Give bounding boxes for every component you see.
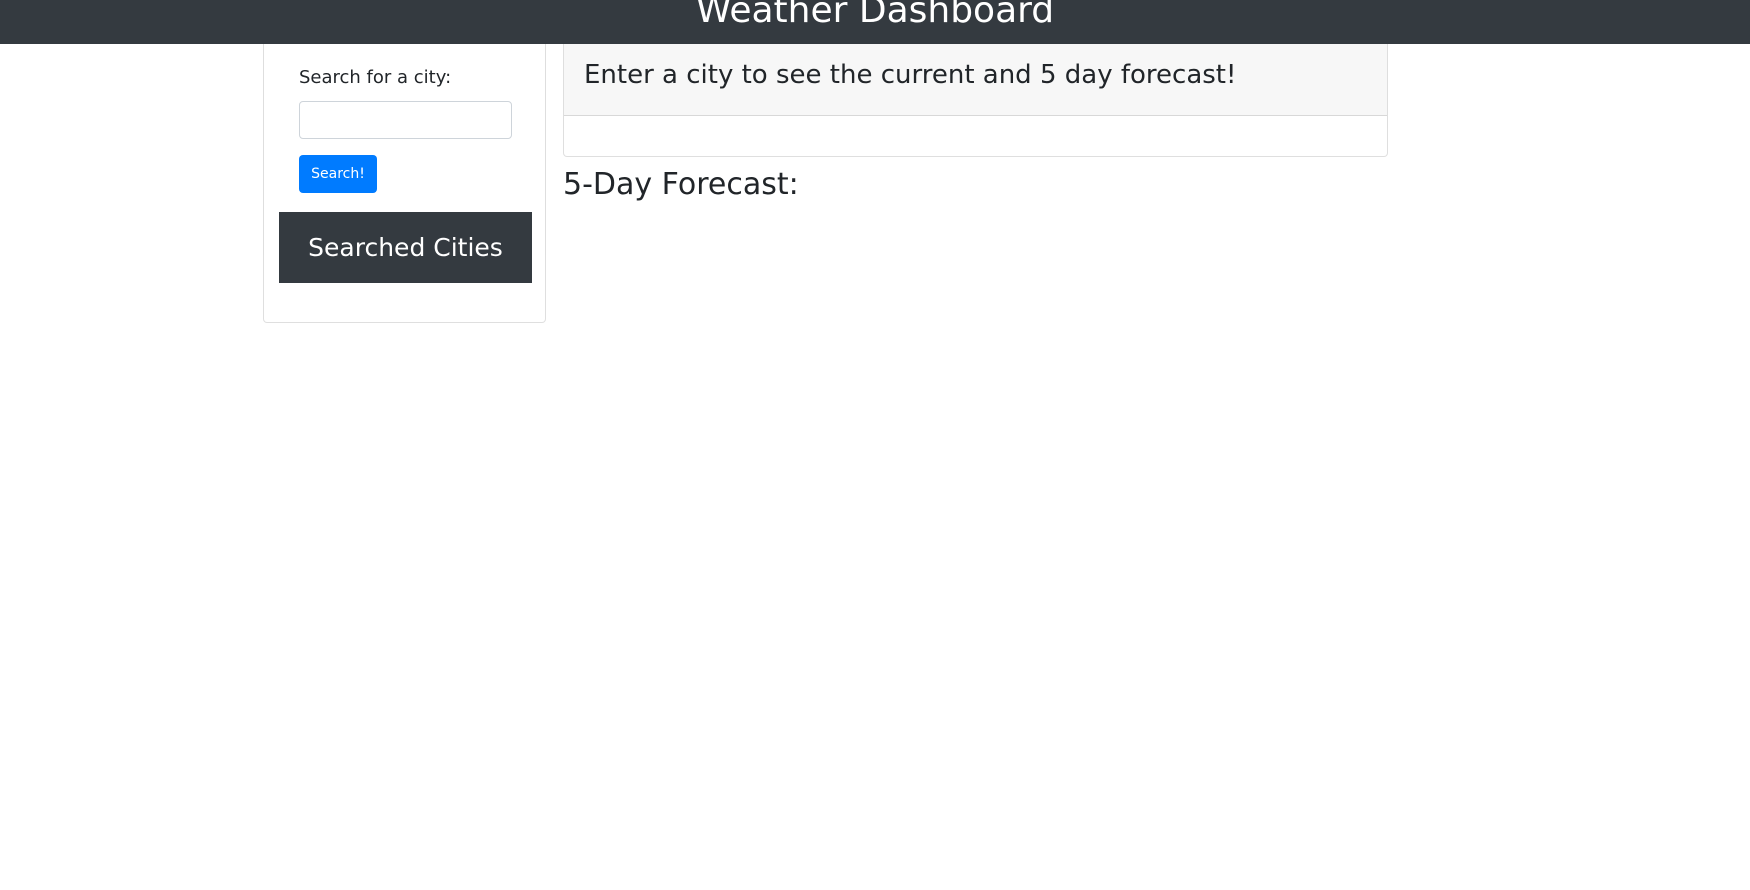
page-title: Weather Dashboard [695,0,1055,31]
search-input[interactable] [299,101,512,139]
search-button[interactable]: Search! [299,155,377,193]
navbar: Weather Dashboard [0,0,1750,44]
current-weather-card-header: Enter a city to see the current and 5 da… [564,44,1387,116]
searched-cities-header: Searched Cities [279,212,532,283]
search-sidebar: Search for a city: Search! Searched Citi… [263,44,546,323]
search-label: Search for a city: [299,67,452,88]
current-weather-prompt: Enter a city to see the current and 5 da… [584,60,1237,90]
current-weather-card: Enter a city to see the current and 5 da… [563,44,1388,157]
forecast-title: 5-Day Forecast: [563,167,799,202]
